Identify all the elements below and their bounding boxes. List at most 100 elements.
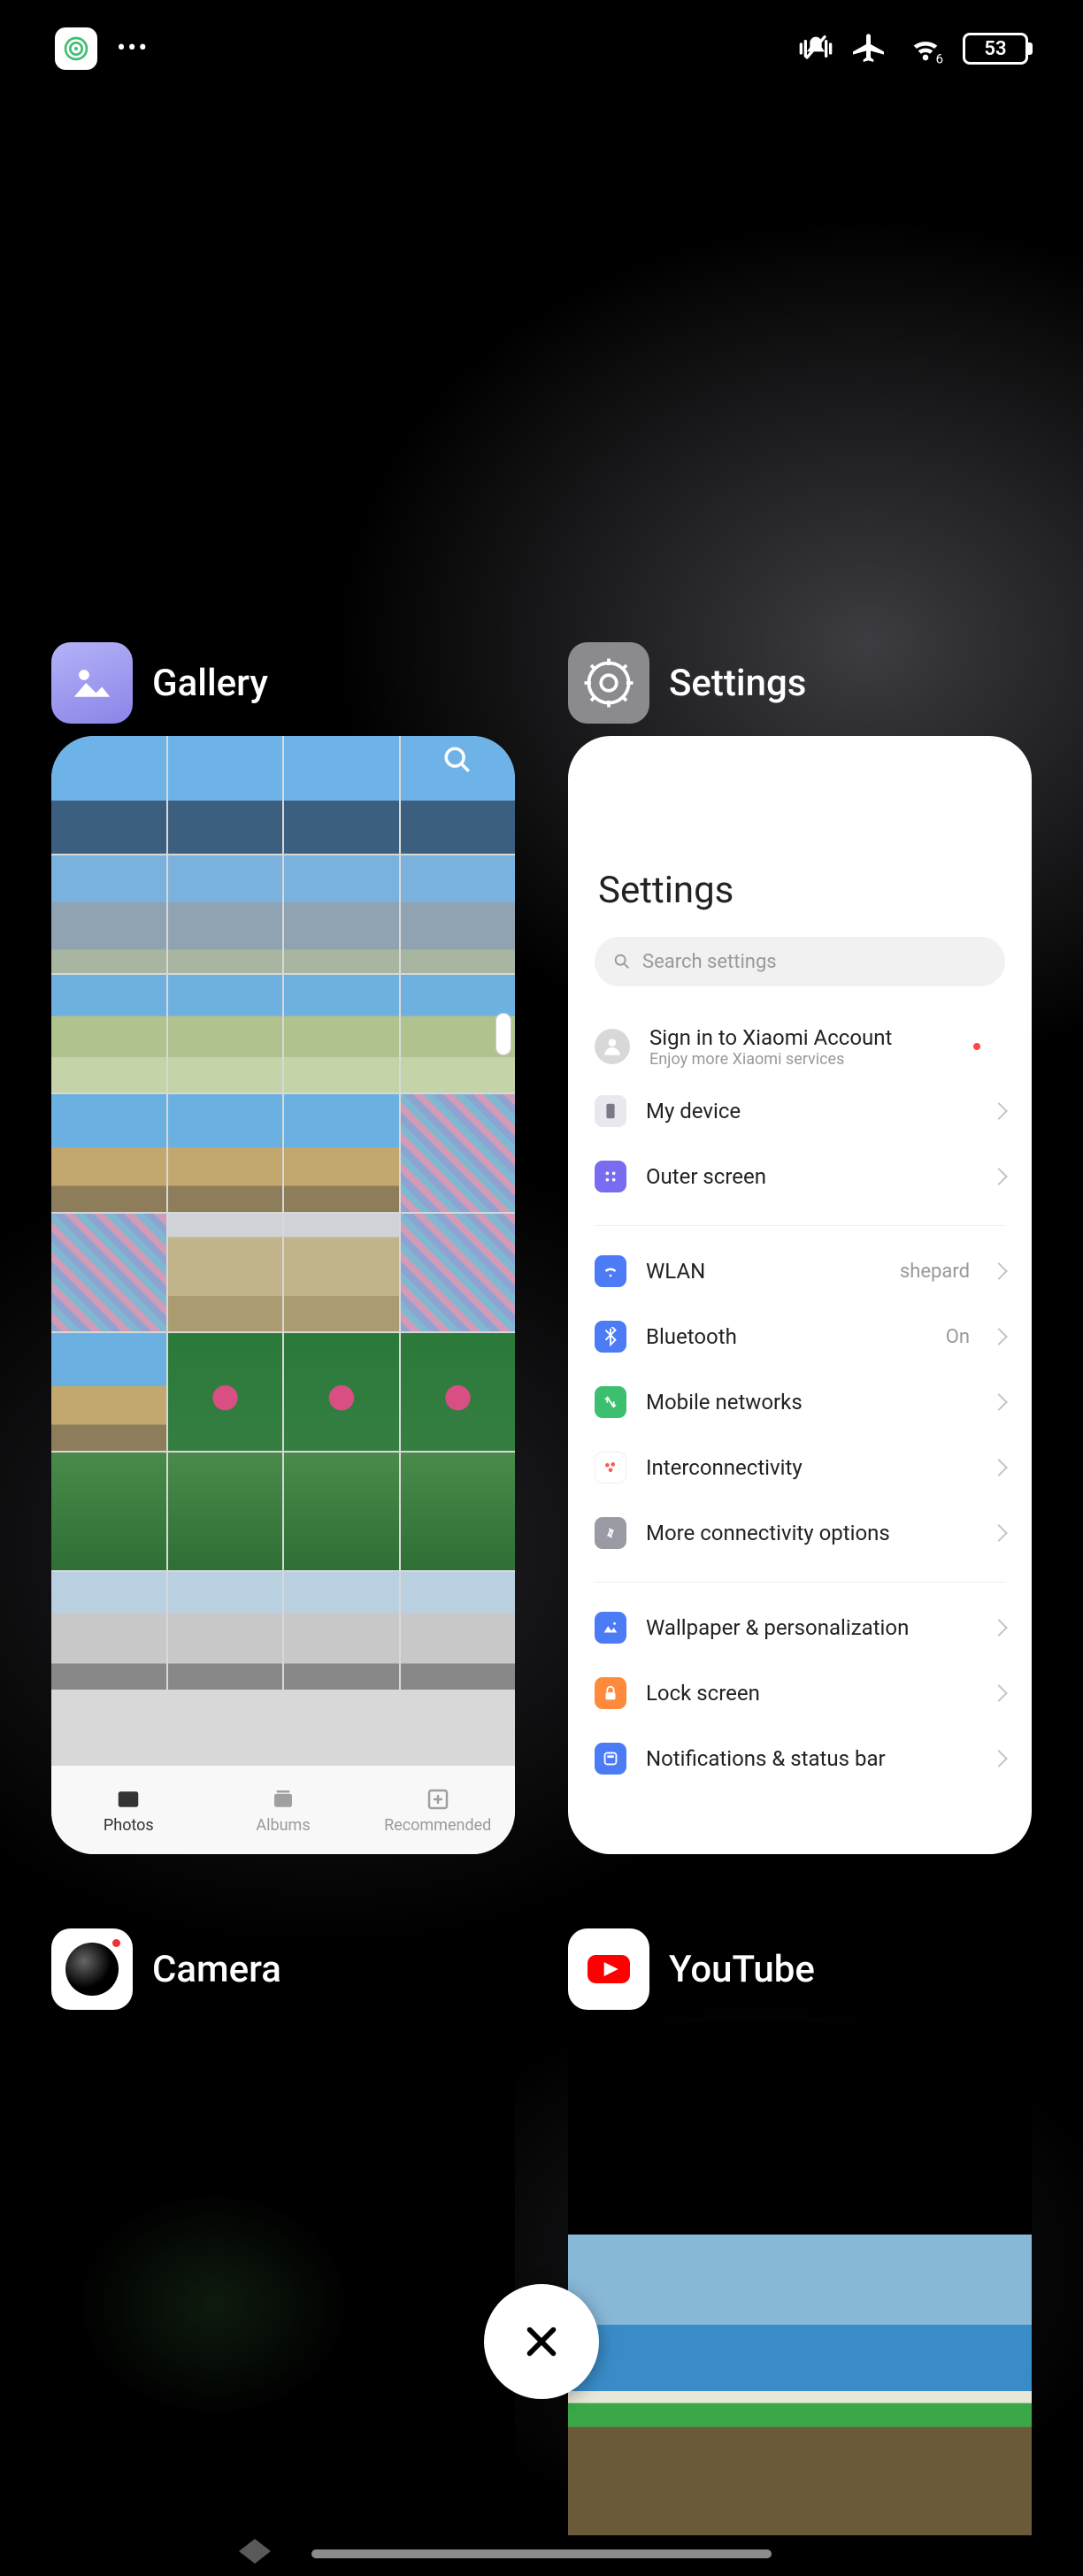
row-wlan[interactable]: WLAN shepard — [595, 1238, 1005, 1304]
row-lock-screen[interactable]: Lock screen — [595, 1660, 1005, 1726]
photo-thumb[interactable] — [51, 975, 166, 1092]
settings-preview-card[interactable]: Settings Search settings Sign in to Xiao… — [568, 736, 1032, 1854]
airplane-mode-icon — [853, 31, 888, 66]
search-icon[interactable] — [442, 745, 472, 775]
photo-thumb[interactable] — [401, 1333, 516, 1451]
row-notifications[interactable]: Notifications & status bar — [595, 1726, 1005, 1791]
photo-thumb[interactable] — [51, 736, 166, 854]
photo-thumb[interactable] — [168, 1572, 283, 1690]
tab-photos[interactable]: Photos — [51, 1766, 206, 1854]
status-bar: ••• 6 53 — [0, 0, 1083, 97]
task-title-youtube: YouTube — [669, 1948, 815, 1991]
row-more-connectivity[interactable]: More connectivity options — [595, 1500, 1005, 1566]
photo-thumb[interactable] — [51, 1094, 166, 1212]
photo-thumb[interactable] — [51, 1453, 166, 1570]
account-title: Sign in to Xiaomi Account — [649, 1025, 954, 1050]
chevron-right-icon — [990, 1524, 1008, 1542]
photo-thumb[interactable] — [51, 855, 166, 973]
interconnectivity-label: Interconnectivity — [646, 1455, 973, 1480]
photo-thumb[interactable] — [284, 1214, 399, 1331]
task-header-youtube[interactable]: YouTube — [568, 1925, 1032, 2013]
gallery-app-icon — [51, 642, 133, 724]
tab-photos-label: Photos — [104, 1816, 154, 1835]
photo-thumb[interactable] — [284, 1333, 399, 1451]
photo-thumb[interactable] — [401, 1453, 516, 1570]
row-account[interactable]: Sign in to Xiaomi Account Enjoy more Xia… — [595, 1015, 1005, 1078]
recommended-icon — [425, 1786, 451, 1813]
status-left: ••• — [55, 27, 149, 70]
foreground-app-indicator[interactable] — [55, 27, 97, 70]
task-header-settings[interactable]: Settings — [568, 639, 1032, 727]
chevron-right-icon — [990, 1168, 1008, 1185]
task-settings[interactable]: Settings Settings Search settings Sign i… — [568, 639, 1032, 1854]
photo-thumb[interactable] — [168, 1453, 283, 1570]
photo-thumb[interactable] — [51, 1214, 166, 1331]
gallery-preview-card[interactable]: Photos Albums Recommended — [51, 736, 515, 1854]
close-all-button[interactable] — [484, 2284, 599, 2399]
notification-dot-icon — [973, 1043, 980, 1050]
photo-thumb[interactable] — [168, 1094, 283, 1212]
chevron-right-icon — [990, 1393, 1008, 1411]
photo-thumb[interactable] — [284, 736, 399, 854]
lock-icon — [595, 1677, 626, 1709]
divider — [595, 1582, 1005, 1583]
photo-thumb[interactable] — [401, 1214, 516, 1331]
camera-preview-card[interactable] — [51, 2022, 515, 2535]
photo-thumb[interactable] — [284, 1453, 399, 1570]
outer-screen-icon — [595, 1161, 626, 1192]
gallery-bottom-tabs: Photos Albums Recommended — [51, 1766, 515, 1854]
photo-thumb[interactable] — [284, 1572, 399, 1690]
photo-thumb[interactable] — [401, 1572, 516, 1690]
row-mobile-networks[interactable]: Mobile networks — [595, 1369, 1005, 1435]
tab-recommended[interactable]: Recommended — [360, 1766, 515, 1854]
photo-thumb[interactable] — [168, 855, 283, 973]
search-icon — [612, 952, 632, 971]
bluetooth-icon — [595, 1321, 626, 1353]
home-indicator[interactable] — [311, 2549, 772, 2558]
photo-thumb[interactable] — [168, 975, 283, 1092]
gallery-photo-grid — [51, 736, 515, 1766]
wlan-value: shepard — [900, 1261, 970, 1283]
tab-albums-label: Albums — [256, 1816, 310, 1835]
photo-thumb[interactable] — [168, 1333, 283, 1451]
photo-thumb[interactable] — [401, 1094, 516, 1212]
task-camera[interactable]: Camera — [51, 1925, 515, 2535]
photo-thumb[interactable] — [401, 855, 516, 973]
photo-thumb[interactable] — [51, 1572, 166, 1690]
youtube-app-icon — [568, 1928, 649, 2010]
row-my-device[interactable]: My device — [595, 1078, 1005, 1144]
search-placeholder: Search settings — [642, 951, 777, 973]
photo-thumb[interactable] — [168, 736, 283, 854]
divider — [595, 1225, 1005, 1226]
settings-search[interactable]: Search settings — [595, 937, 1005, 986]
row-bluetooth[interactable]: Bluetooth On — [595, 1304, 1005, 1369]
task-header-camera[interactable]: Camera — [51, 1925, 515, 2013]
row-outer-screen[interactable]: Outer screen — [595, 1144, 1005, 1209]
mobile-networks-icon — [595, 1386, 626, 1418]
photo-thumb[interactable] — [284, 1094, 399, 1212]
photo-thumb[interactable] — [401, 736, 516, 854]
photo-thumb[interactable] — [51, 1333, 166, 1451]
task-gallery[interactable]: Gallery — [51, 639, 515, 1854]
row-wallpaper[interactable]: Wallpaper & personalization — [595, 1595, 1005, 1660]
interconnectivity-icon — [595, 1452, 626, 1484]
nav-arrows-icon — [239, 2539, 271, 2564]
battery-percent: 53 — [965, 38, 1025, 60]
task-header-gallery[interactable]: Gallery — [51, 639, 515, 727]
photo-thumb[interactable] — [284, 975, 399, 1092]
youtube-player-bar — [568, 2022, 1032, 2235]
status-right: 6 53 — [798, 31, 1028, 66]
youtube-preview-card[interactable] — [568, 2022, 1032, 2535]
wallpaper-icon — [595, 1612, 626, 1644]
row-interconnectivity[interactable]: Interconnectivity — [595, 1435, 1005, 1500]
photo-thumb[interactable] — [401, 975, 516, 1092]
device-icon — [595, 1095, 626, 1127]
photo-thumb[interactable] — [168, 1214, 283, 1331]
tab-albums[interactable]: Albums — [206, 1766, 361, 1854]
my-device-label: My device — [646, 1099, 973, 1123]
wlan-label: WLAN — [646, 1259, 880, 1284]
photo-thumb[interactable] — [284, 855, 399, 973]
more-connectivity-icon — [595, 1517, 626, 1549]
task-youtube[interactable]: YouTube — [568, 1925, 1032, 2535]
chevron-right-icon — [990, 1262, 1008, 1280]
